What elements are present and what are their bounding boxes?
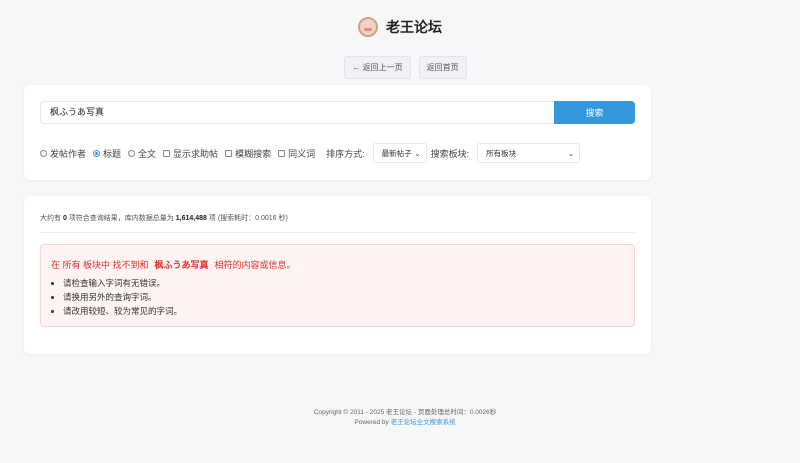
radio-label: 发帖作者 [50, 148, 87, 159]
radio-label: 标题 [103, 148, 122, 159]
powered-by: Powered by [354, 419, 389, 426]
powered-link[interactable]: 老王论坛全文搜索系统 [391, 419, 456, 426]
board-select[interactable]: 所有板块 ⌄ [477, 143, 581, 163]
checkbox-icon [163, 149, 171, 157]
logo-icon [358, 17, 378, 37]
search-card: 枫ふうあ写真 搜索 发帖作者 标题 全文 显示求助帖 模糊搜索 同义词 排序方式… [24, 85, 651, 180]
sort-value: 最新帖子 [381, 148, 412, 158]
tip-item: 请检查输入字词有无错误。 [63, 276, 182, 290]
tip-item: 请换用另外的查询字词。 [63, 290, 182, 304]
divider [40, 232, 635, 233]
alert-message: 在 所有 板块中 找不到和 枫ふうあ写真 相符的内容或信息。 [51, 260, 296, 270]
home-button[interactable]: 返回首页 [418, 56, 467, 79]
copyright: Copyright © 2011 - 2025 老王论坛 - 页面处理总时间：0… [313, 409, 497, 416]
no-results-alert: 在 所有 板块中 找不到和枫ふうあ写真相符的内容或信息。 请检查输入字词有无错误… [40, 244, 635, 327]
board-value: 所有板块 [486, 148, 517, 158]
sort-label: 排序方式: [326, 148, 365, 159]
tip-item: 请改用较短、较为常见的字词。 [63, 304, 182, 318]
search-input[interactable]: 枫ふうあ写真 [40, 101, 554, 124]
board-label: 搜索板块: [430, 148, 470, 159]
results-card: 大约有 0 项符合查询结果，库内数据总量为 1,614,488 项 (搜索耗时：… [24, 196, 651, 354]
radio-fulltext[interactable]: 全文 [128, 147, 156, 160]
radio-title[interactable]: 标题 [93, 147, 121, 160]
footer: Copyright © 2011 - 2025 老王论坛 - 页面处理总时间：0… [0, 408, 800, 428]
site-header: 老王论坛 [0, 17, 800, 37]
chevron-down-icon: ⌄ [567, 148, 575, 158]
radio-icon [128, 149, 136, 157]
result-stats: 大约有 0 项符合查询结果，库内数据总量为 1,614,488 项 (搜索耗时：… [40, 215, 288, 222]
back-button[interactable]: ← 返回上一页 [344, 56, 411, 79]
checkbox-show-help[interactable]: 显示求助帖 [163, 147, 218, 160]
checkbox-label: 模糊搜索 [235, 148, 272, 159]
radio-label: 全文 [138, 148, 157, 159]
chevron-down-icon: ⌄ [414, 148, 421, 158]
checkbox-fuzzy[interactable]: 模糊搜索 [225, 147, 271, 160]
checkbox-icon [278, 149, 286, 157]
radio-icon [40, 149, 47, 157]
checkbox-label: 显示求助帖 [173, 148, 219, 159]
site-title: 老王论坛 [386, 19, 442, 35]
search-button[interactable]: 搜索 [554, 101, 635, 124]
radio-checked-icon [93, 149, 101, 157]
checkbox-synonym[interactable]: 同义词 [278, 147, 315, 160]
checkbox-icon [225, 149, 233, 157]
sort-select[interactable]: 最新帖子 ⌄ [372, 143, 427, 163]
radio-author[interactable]: 发帖作者 [40, 147, 86, 160]
checkbox-label: 同义词 [288, 148, 316, 159]
